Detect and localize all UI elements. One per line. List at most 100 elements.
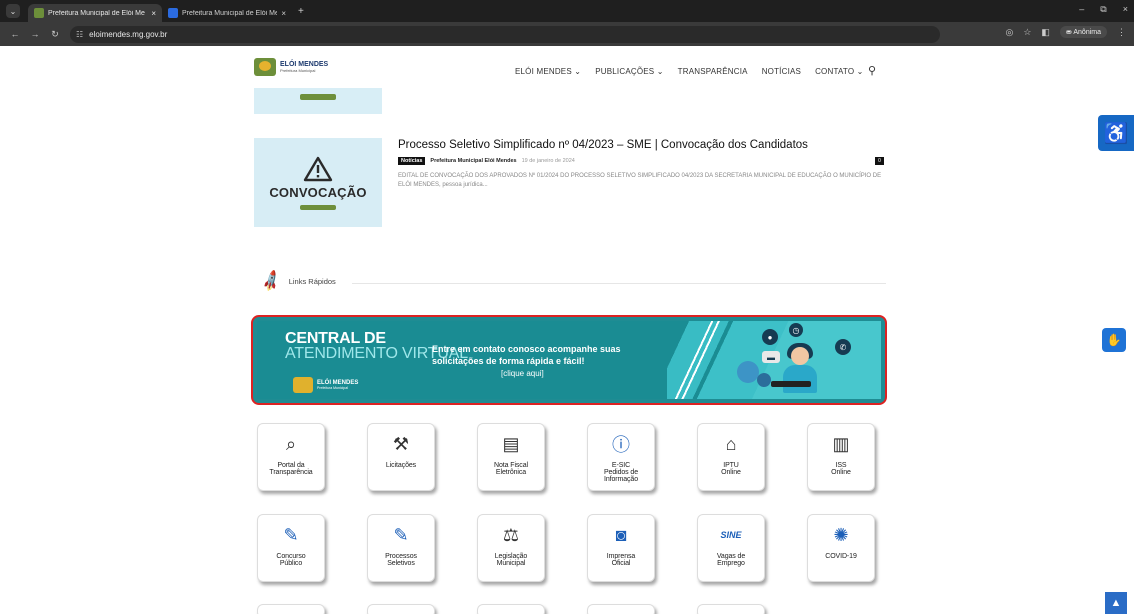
quick-link-legislacao[interactable]: ⚖ Legislação Municipal bbox=[477, 514, 545, 582]
quick-link-label: Licitações bbox=[385, 462, 417, 469]
side-panel-icon[interactable]: ◧ bbox=[1041, 27, 1050, 38]
url-field[interactable]: ☷ eloimendes.mg.gov.br bbox=[70, 25, 940, 43]
banner-text: Entre em contato conosco acompanhe suas … bbox=[432, 344, 621, 367]
url-text: eloimendes.mg.gov.br bbox=[89, 29, 168, 39]
profile-label: Anônima bbox=[1073, 29, 1101, 36]
quick-link-label: IPTU Online bbox=[721, 462, 741, 476]
gear-icon bbox=[757, 373, 771, 387]
virtual-service-banner[interactable]: CENTRAL DE ATENDIMENTO VIRTUAL ELÓI MEND… bbox=[251, 315, 887, 405]
tab-search-button[interactable]: ⌄ bbox=[6, 4, 20, 18]
support-agent-illustration bbox=[771, 341, 827, 397]
nav-item-publicacoes[interactable]: PUBLICAÇÕES ⌄ bbox=[595, 67, 663, 76]
quick-link-label: Nota Fiscal Eletrônica bbox=[494, 462, 528, 476]
address-bar-row: ← → ↻ ☷ eloimendes.mg.gov.br ◎ ☆ ◧ ⛂ Anô… bbox=[0, 22, 1134, 46]
close-window-button[interactable]: × bbox=[1123, 4, 1128, 15]
quick-link-covid[interactable]: ✺ COVID-19 bbox=[807, 514, 875, 582]
sine-icon: SINE bbox=[720, 530, 742, 540]
tab-inactive[interactable]: Prefeitura Municipal de Elói Me × bbox=[162, 4, 292, 22]
thumb-logo bbox=[300, 204, 336, 210]
quick-link-portal-transparencia[interactable]: ⌕ Portal da Transparência bbox=[257, 423, 325, 491]
virus-icon: ✺ bbox=[833, 524, 849, 545]
banner-logo-title: ELÓI MENDES bbox=[317, 379, 359, 386]
quick-link-vagas[interactable]: SINE Vagas de Emprego bbox=[697, 514, 765, 582]
site-info-icon[interactable]: ☷ bbox=[76, 30, 83, 39]
minimize-button[interactable]: – bbox=[1079, 4, 1084, 15]
warning-icon bbox=[303, 156, 333, 182]
quick-link-iptu[interactable]: ⌂ IPTU Online bbox=[697, 423, 765, 491]
edit-doc-icon: ✎ bbox=[393, 524, 409, 545]
scales-icon: ⚖ bbox=[502, 524, 520, 545]
back-to-top-button[interactable]: ▲ bbox=[1105, 592, 1127, 614]
nav-item-transparencia[interactable]: TRANSPARÊNCIA bbox=[678, 67, 748, 76]
quick-link-partial[interactable] bbox=[367, 604, 435, 614]
previous-post-thumbnail[interactable] bbox=[254, 88, 382, 114]
bookmark-star-icon[interactable]: ☆ bbox=[1023, 27, 1031, 38]
nav-item-contato[interactable]: CONTATO ⌄ bbox=[815, 67, 864, 76]
quick-link-licitacoes[interactable]: ⚒ Licitações bbox=[367, 423, 435, 491]
rocket-icon: 🚀 bbox=[259, 269, 284, 294]
nav-item-noticias[interactable]: NOTÍCIAS bbox=[762, 67, 801, 76]
quick-link-label: E-SIC Pedidos de Informação bbox=[603, 462, 639, 483]
reload-icon[interactable]: ↻ bbox=[50, 29, 60, 40]
quick-link-concurso[interactable]: ✎ Concurso Público bbox=[257, 514, 325, 582]
info-icon: ⓘ bbox=[612, 435, 630, 455]
quick-link-partial[interactable] bbox=[477, 604, 545, 614]
profile-button[interactable]: ⛂ Anônima bbox=[1059, 26, 1107, 38]
tab-title: Prefeitura Municipal de Elói Me bbox=[48, 9, 145, 17]
quick-link-label: ISS Online bbox=[831, 462, 851, 476]
person-head bbox=[791, 347, 809, 365]
quick-link-imprensa[interactable]: ◙ Imprensa Oficial bbox=[587, 514, 655, 582]
eye-off-icon[interactable]: ◎ bbox=[1005, 27, 1013, 38]
browser-tab-bar: ⌄ Prefeitura Municipal de Elói Me × Pref… bbox=[0, 0, 1134, 22]
links-rapidos-header: 🚀 Links Rápidos bbox=[259, 269, 336, 293]
quick-link-esic[interactable]: ⓘ E-SIC Pedidos de Informação bbox=[587, 423, 655, 491]
back-icon[interactable]: ← bbox=[10, 29, 20, 39]
search-icon[interactable]: ⚲ bbox=[868, 64, 876, 77]
restore-button[interactable]: ⧉ bbox=[1100, 4, 1106, 15]
forward-icon[interactable]: → bbox=[30, 29, 40, 39]
post-author[interactable]: Prefeitura Municipal Elói Mendes bbox=[430, 158, 516, 164]
nav-item-eloi-mendes[interactable]: ELÓI MENDES ⌄ bbox=[515, 67, 581, 76]
quick-link-label: Concurso Público bbox=[276, 553, 306, 567]
gear-icon bbox=[737, 361, 759, 383]
user-bubble-icon: ● bbox=[762, 329, 778, 345]
category-badge[interactable]: Notícias bbox=[398, 157, 426, 165]
document-icon: ▥ bbox=[832, 433, 850, 454]
tab-close-icon[interactable]: × bbox=[151, 9, 156, 18]
vlibras-button[interactable]: ✋ bbox=[1102, 328, 1126, 352]
post-title[interactable]: Processo Seletivo Simplificado nº 04/202… bbox=[398, 139, 808, 151]
quick-link-partial[interactable] bbox=[257, 604, 325, 614]
quick-link-processos-seletivos[interactable]: ✎ Processos Seletivos bbox=[367, 514, 435, 582]
quick-link-label: Vagas de Emprego bbox=[716, 553, 746, 567]
quick-link-nota-fiscal[interactable]: ▤ Nota Fiscal Eletrônica bbox=[477, 423, 545, 491]
quick-link-label: Portal da Transparência bbox=[269, 462, 313, 476]
quick-link-iss[interactable]: ▥ ISS Online bbox=[807, 423, 875, 491]
sign-language-hand-icon: ✋ bbox=[1106, 333, 1122, 347]
quick-link-label: Imprensa Oficial bbox=[606, 553, 636, 567]
new-tab-button[interactable]: + bbox=[298, 6, 304, 17]
chevron-up-icon: ▲ bbox=[1110, 597, 1122, 609]
laptop-icon bbox=[771, 381, 811, 387]
comment-count-badge[interactable]: 0 bbox=[875, 157, 884, 165]
invoice-icon: ▤ bbox=[502, 433, 520, 454]
menu-icon[interactable]: ⋮ bbox=[1117, 27, 1126, 38]
banner-cta[interactable]: [clique aqui] bbox=[501, 369, 544, 378]
post-excerpt: EDITAL DE CONVOCAÇÃO DOS APROVADOS Nº 01… bbox=[398, 173, 882, 188]
site-header: ELÓI MENDES Prefeitura Municipal ELÓI ME… bbox=[0, 46, 1134, 90]
quick-link-label: Processos Seletivos bbox=[385, 553, 417, 567]
tab-active[interactable]: Prefeitura Municipal de Elói Me × bbox=[28, 4, 162, 22]
tab-close-icon[interactable]: × bbox=[281, 9, 286, 18]
accessibility-button[interactable]: ♿ bbox=[1098, 115, 1134, 151]
logo-title: ELÓI MENDES bbox=[280, 61, 329, 68]
quick-link-partial[interactable] bbox=[697, 604, 765, 614]
edit-doc-icon: ✎ bbox=[283, 524, 299, 545]
wheelchair-icon: ♿ bbox=[1103, 122, 1129, 145]
clock-bubble-icon: ◷ bbox=[789, 323, 803, 337]
quick-link-partial[interactable] bbox=[587, 604, 655, 614]
window-controls: – ⧉ × bbox=[1079, 4, 1128, 15]
post-thumbnail[interactable]: CONVOCAÇÃO bbox=[254, 138, 382, 227]
site-logo[interactable]: ELÓI MENDES Prefeitura Municipal bbox=[254, 58, 328, 76]
toolbar-right: ◎ ☆ ◧ ⛂ Anônima ⋮ bbox=[1005, 26, 1126, 38]
section-divider bbox=[352, 283, 886, 284]
site-favicon-icon bbox=[34, 8, 44, 18]
